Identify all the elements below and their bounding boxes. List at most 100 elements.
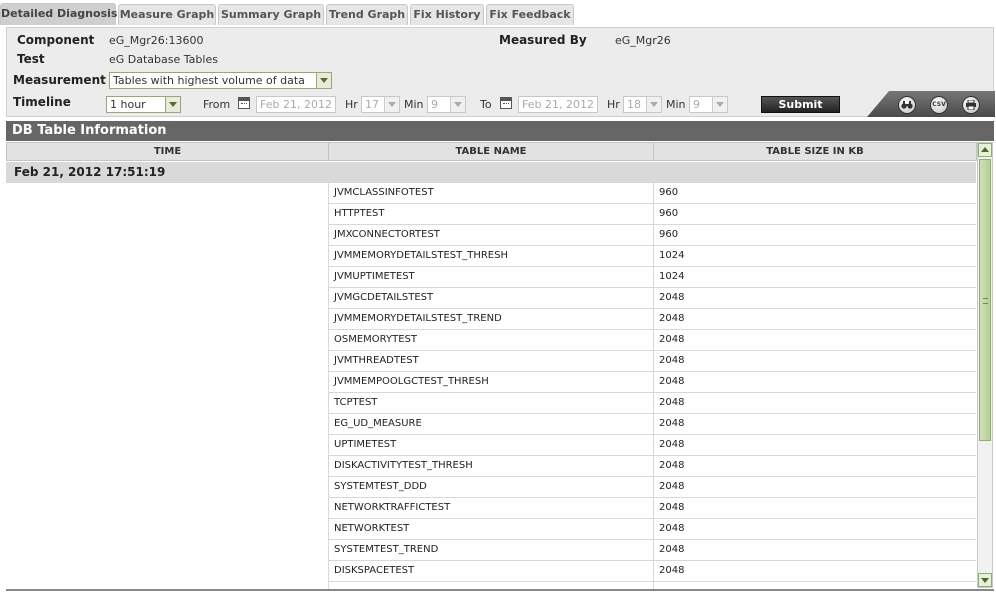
table-row: DISKACTIVITYTEST_THRESH 2048 — [6, 456, 976, 477]
from-minute-select[interactable]: 9 — [427, 96, 466, 113]
timeline-select[interactable]: 1 hour — [106, 96, 181, 113]
table-row: JVMGCDETAILSTEST 2048 — [6, 288, 976, 309]
time-cell — [6, 498, 328, 519]
to-minute-select[interactable]: 9 — [689, 96, 728, 113]
binoculars-icon[interactable] — [898, 96, 916, 114]
table-row: SYSTEMTEST_TREND 2048 — [6, 540, 976, 561]
tab-fix-feedback[interactable]: Fix Feedback — [486, 4, 574, 25]
section-title: DB Table Information — [6, 121, 994, 141]
table-size-cell: 2048 — [653, 540, 976, 561]
table-row: TCPTEST 2048 — [6, 393, 976, 414]
table-size-cell: 2048 — [653, 519, 976, 540]
tab-detailed-diagnosis[interactable]: Detailed Diagnosis — [0, 3, 117, 25]
table-name-cell: JVMMEMPOOLGCTEST_THRESH — [328, 372, 653, 393]
component-label: Component — [17, 33, 95, 47]
table-name-cell: OSMEMORYTEST — [328, 330, 653, 351]
column-header-table-name[interactable]: TABLE NAME — [328, 142, 654, 161]
from-hour-select[interactable]: 17 — [361, 96, 400, 113]
table-name-cell: EG_UD_MEASURE — [328, 414, 653, 435]
scroll-down-button[interactable] — [978, 573, 992, 587]
to-min-label: Min — [666, 98, 686, 111]
test-value: eG Database Tables — [109, 53, 218, 66]
from-min-label: Min — [404, 98, 424, 111]
table-name-cell: JVMTHREADTEST — [328, 351, 653, 372]
time-cell — [6, 456, 328, 477]
table-row: JVMMEMPOOLGCTEST_THRESH 2048 — [6, 372, 976, 393]
table-size-cell: 1024 — [653, 267, 976, 288]
to-hour-select[interactable]: 18 — [623, 96, 662, 113]
calendar-icon[interactable] — [500, 97, 512, 109]
submit-button[interactable]: Submit — [761, 96, 840, 113]
table-row: JVMCLASSINFOTEST 960 — [6, 183, 976, 204]
timeline-label: Timeline — [13, 95, 71, 109]
table-name-cell: TCPTEST — [328, 393, 653, 414]
printer-icon[interactable] — [962, 96, 980, 114]
time-cell — [6, 414, 328, 435]
table-size-cell: 2048 — [653, 393, 976, 414]
from-hr-label: Hr — [345, 98, 358, 111]
time-cell — [6, 561, 328, 582]
table-row: OSMEMORYTEST 2048 — [6, 330, 976, 351]
table-row: JVMUPTIMETEST 1024 — [6, 267, 976, 288]
csv-export-icon[interactable]: CSV — [930, 96, 948, 114]
printer-icon-glyph — [966, 99, 976, 111]
time-cell — [6, 477, 328, 498]
time-cell — [6, 351, 328, 372]
tab-summary-graph[interactable]: Summary Graph — [218, 4, 324, 25]
time-cell — [6, 267, 328, 288]
table-size-cell: 2048 — [653, 414, 976, 435]
to-minute-value: 9 — [693, 98, 700, 111]
column-header-time[interactable]: TIME — [6, 142, 329, 161]
time-cell — [6, 288, 328, 309]
table-body: JVMCLASSINFOTEST 960 HTTPTEST 960 JMXCONNECT… — [6, 183, 976, 589]
from-label: From — [203, 98, 231, 111]
time-cell — [6, 309, 328, 330]
chevron-down-icon — [384, 97, 399, 112]
table-name-cell: DISKACTIVITYTEST_THRESH — [328, 456, 653, 477]
table-name-cell — [328, 582, 653, 589]
column-header-table-size[interactable]: TABLE SIZE IN KB — [653, 142, 977, 161]
table-size-cell: 2048 — [653, 561, 976, 582]
table-row: HTTPTEST 960 — [6, 204, 976, 225]
chevron-down-icon — [165, 97, 180, 112]
table-size-cell: 2048 — [653, 330, 976, 351]
table-name-cell: SYSTEMTEST_TREND — [328, 540, 653, 561]
table-row: JVMMEMORYDETAILSTEST_THRESH 1024 — [6, 246, 976, 267]
table-name-cell: JVMMEMORYDETAILSTEST_TREND — [328, 309, 653, 330]
chevron-down-icon — [646, 97, 661, 112]
chevron-down-icon — [450, 97, 465, 112]
tab-fix-history[interactable]: Fix History — [410, 4, 484, 25]
binoculars-icon-glyph — [901, 101, 913, 109]
table-name-cell: DISKSPACETEST — [328, 561, 653, 582]
table-name-cell: JVMUPTIMETEST — [328, 267, 653, 288]
table-size-cell: 2048 — [653, 372, 976, 393]
time-cell — [6, 183, 328, 204]
table-row — [6, 582, 976, 589]
table-name-cell: HTTPTEST — [328, 204, 653, 225]
table-size-cell: 2048 — [653, 477, 976, 498]
table-size-cell: 2048 — [653, 456, 976, 477]
table-size-cell: 960 — [653, 183, 976, 204]
time-cell — [6, 204, 328, 225]
table-row: JVMMEMORYDETAILSTEST_TREND 2048 — [6, 309, 976, 330]
from-date-input[interactable]: Feb 21, 2012 — [256, 96, 336, 113]
vertical-scrollbar[interactable] — [977, 142, 993, 588]
chevron-down-icon — [316, 73, 331, 88]
calendar-icon[interactable] — [238, 97, 250, 109]
time-cell — [6, 582, 328, 589]
tab-measure-graph[interactable]: Measure Graph — [118, 4, 216, 25]
to-label: To — [480, 98, 492, 111]
time-cell — [6, 519, 328, 540]
time-cell — [6, 372, 328, 393]
table-row: JMXCONNECTORTEST 960 — [6, 225, 976, 246]
to-date-input[interactable]: Feb 21, 2012 — [518, 96, 598, 113]
table-size-cell: 1024 — [653, 246, 976, 267]
measurement-select[interactable]: Tables with highest volume of data — [109, 72, 332, 89]
from-hour-value: 17 — [365, 98, 379, 111]
time-cell — [6, 330, 328, 351]
scroll-up-button[interactable] — [978, 143, 992, 157]
time-cell — [6, 246, 328, 267]
table-row: EG_UD_MEASURE 2048 — [6, 414, 976, 435]
scrollbar-thumb[interactable] — [979, 159, 991, 441]
tab-trend-graph[interactable]: Trend Graph — [326, 4, 408, 25]
